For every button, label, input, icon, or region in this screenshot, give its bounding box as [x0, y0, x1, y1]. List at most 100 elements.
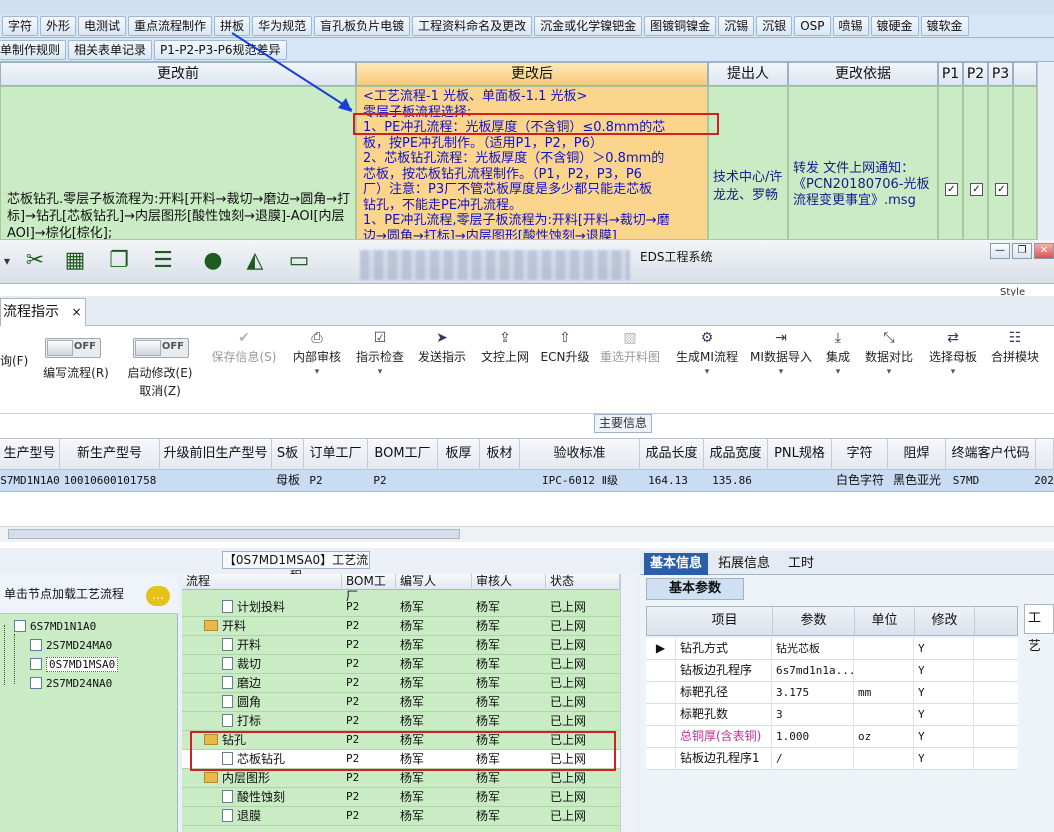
param-modify[interactable]: Y — [914, 726, 974, 748]
change-table-scrollbar[interactable] — [1037, 62, 1054, 240]
dropdown-arrow-icon[interactable]: ▾ — [860, 365, 918, 379]
table-row[interactable]: 总铜厚(含表铜) 1.000 oz Y — [646, 726, 1018, 748]
p2-checkbox[interactable]: ✓ — [970, 183, 983, 196]
param-modify[interactable]: Y — [914, 682, 974, 704]
cell-material[interactable] — [480, 470, 520, 492]
instruction-check-button[interactable]: ☑ 指示检查 ▾ — [352, 328, 408, 398]
flow-vscrollbar[interactable] — [620, 574, 636, 832]
col-acceptance[interactable]: 验收标准 — [520, 439, 640, 471]
tab-panel[interactable]: 拼板 — [214, 15, 251, 36]
table-row[interactable]: 钻板边孔程序 6s7md1n1a... Y — [646, 660, 1018, 682]
param-unit[interactable]: mm — [854, 682, 914, 704]
param-value[interactable]: 6s7md1n1a... — [772, 660, 854, 682]
col-flow[interactable]: 流程 — [182, 574, 342, 590]
table-row[interactable]: 开料 P2 杨军 杨军 已上网 — [182, 617, 620, 636]
tab-blind-hole[interactable]: 盲孔板负片电镀 — [314, 15, 411, 36]
tab-huawei-spec[interactable]: 华为规范 — [252, 15, 313, 36]
cell-acceptance[interactable]: IPC-6012 Ⅱ级 — [520, 470, 640, 492]
generate-mi-button[interactable]: ⚙ 生成MI流程 ▾ — [672, 328, 742, 398]
tab-outline[interactable]: 外形 — [40, 15, 77, 36]
p3-checkbox[interactable]: ✓ — [995, 183, 1008, 196]
dropdown-arrow-icon[interactable]: ▾ — [288, 365, 346, 379]
table-row[interactable]: 磨边 P2 杨军 杨军 已上网 — [182, 674, 620, 693]
select-mother-button[interactable]: ⇄ 选择母板 ▾ — [924, 328, 982, 398]
col-status[interactable]: 状态 — [546, 574, 620, 590]
table-row[interactable]: 标靶孔径 3.175 mm Y — [646, 682, 1018, 704]
tab-spec-diff[interactable]: P1-P2-P3-P6规范差异 — [154, 39, 287, 60]
edit-flow-toggle[interactable]: OFF — [45, 338, 101, 358]
tab-rules[interactable]: 单制作规则 — [0, 39, 67, 60]
side-tab-process[interactable]: 工艺 — [1024, 604, 1054, 654]
cell-new-prod-model[interactable]: 10010600101758 — [60, 470, 160, 492]
table-row[interactable]: 打标 P2 杨军 杨军 已上网 — [182, 712, 620, 731]
dropdown-arrow-icon[interactable]: ▾ — [924, 365, 982, 379]
tab-naming[interactable]: 工程资料命名及更改 — [412, 15, 533, 36]
dropdown-arrow-icon[interactable]: ▾ — [746, 365, 816, 379]
tab-labor-hours[interactable]: 工时 — [782, 553, 820, 575]
param-unit[interactable] — [854, 748, 914, 770]
dropdown-arrow-icon[interactable]: ▾ — [820, 365, 856, 379]
tab-osp[interactable]: OSP — [794, 15, 831, 36]
tab-plating-ni-au[interactable]: 图镀铜镍金 — [644, 15, 717, 36]
tab-close-icon[interactable]: × — [71, 305, 81, 319]
param-modify[interactable]: Y — [914, 704, 974, 726]
tab-flow-instruction[interactable]: 流程指示 × — [0, 298, 86, 326]
col-char[interactable]: 字符 — [832, 439, 888, 471]
param-modify[interactable]: Y — [914, 660, 974, 682]
tab-basic-info[interactable]: 基本信息 — [644, 553, 709, 575]
col-bom[interactable]: BOM工厂 — [342, 574, 396, 603]
param-value[interactable]: 钻光芯板 — [772, 638, 854, 660]
reselect-cutting-button[interactable]: ▨ 重选开料图 — [596, 328, 664, 398]
tab-soft-gold[interactable]: 镀软金 — [920, 15, 969, 36]
tree-node-selected[interactable]: 0S7MD1MSA0 — [30, 657, 119, 674]
save-info-button[interactable]: ✔ 保存信息(S) — [208, 328, 280, 398]
param-modify[interactable]: Y — [914, 748, 974, 770]
data-compare-button[interactable]: ⤡ 数据对比 ▾ — [860, 328, 918, 398]
tab-imm-silver[interactable]: 沉银 — [756, 15, 793, 36]
cell-old-prod-model[interactable] — [160, 470, 272, 492]
cell-solder-mask[interactable]: 黑色亚光 — [888, 470, 946, 492]
col-thickness[interactable]: 板厚 — [438, 439, 480, 471]
tab-forms[interactable]: 相关表单记录 — [68, 39, 153, 60]
ecn-upgrade-button[interactable]: ⇧ ECN升级 — [538, 328, 592, 398]
mi-import-button[interactable]: ⇥ MI数据导入 ▾ — [746, 328, 816, 398]
param-unit[interactable] — [854, 660, 914, 682]
clipboard-icon[interactable]: ❐ — [106, 248, 132, 274]
scissors-icon[interactable]: ✂ — [22, 248, 48, 274]
tree-node[interactable]: 6S7MD1N1A0 — [14, 619, 96, 636]
tree-node[interactable]: 2S7MD24MA0 — [30, 638, 112, 655]
col-new-prod-model[interactable]: 新生产型号 — [60, 439, 160, 471]
dropdown-arrow-icon[interactable]: ▾ — [352, 365, 408, 379]
col-length[interactable]: 成品长度 — [640, 439, 704, 471]
tab-char[interactable]: 字符 — [2, 15, 39, 36]
table-row[interactable]: 酸性蚀刻 P2 杨军 杨军 已上网 — [182, 788, 620, 807]
dropdown-arrow-icon[interactable]: ▾ — [672, 365, 742, 379]
tab-key-flow[interactable]: 重点流程制作 — [128, 15, 213, 36]
cell-thickness[interactable] — [438, 470, 480, 492]
param-value[interactable]: 3 — [772, 704, 854, 726]
table-row[interactable]: 标靶孔数 3 Y — [646, 704, 1018, 726]
film-icon[interactable]: ▦ — [62, 248, 88, 274]
cell-length[interactable]: 164.13 — [640, 470, 696, 492]
tree-node[interactable]: 2S7MD24NA0 — [30, 676, 112, 693]
send-instruction-button[interactable]: ➤ 发送指示 — [414, 328, 470, 398]
tab-hard-gold[interactable]: 镀硬金 — [870, 15, 919, 36]
cell-bom-factory[interactable]: P2 — [368, 470, 392, 492]
col-modify[interactable]: 修改 — [915, 607, 975, 635]
col-customer-code[interactable]: 终端客户代码 — [946, 439, 1036, 471]
col-bom-factory[interactable]: BOM工厂 — [368, 439, 438, 471]
query-button[interactable]: 询(F) — [0, 352, 34, 422]
cell-more[interactable]: 202 — [1034, 470, 1054, 492]
grid-hscroll-thumb[interactable] — [8, 529, 460, 539]
cell-char[interactable]: 白色字符 — [832, 470, 888, 492]
monitor-icon[interactable]: ▭ — [286, 248, 312, 274]
close-icon[interactable]: ✕ — [1034, 243, 1054, 259]
param-unit[interactable] — [854, 638, 914, 660]
param-modify[interactable]: Y — [914, 638, 974, 660]
cell-width[interactable]: 135.86 — [704, 470, 760, 492]
col-s-board[interactable]: S板 — [272, 439, 304, 471]
col-width[interactable]: 成品宽度 — [704, 439, 768, 471]
doc-upload-button[interactable]: ⇪ 文控上网 — [476, 328, 534, 398]
table-row[interactable]: 退膜 P2 杨军 杨军 已上网 — [182, 807, 620, 826]
col-solder-mask[interactable]: 阻焊 — [888, 439, 946, 471]
